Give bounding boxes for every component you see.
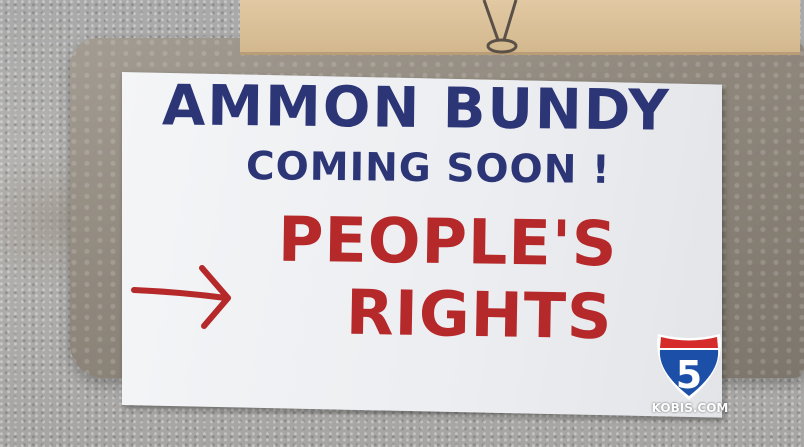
sign-title: AMMON BUNDY (161, 73, 672, 144)
sign-rights: RIGHTS (345, 275, 614, 354)
watermark-site: KOBIS.COM (651, 401, 729, 415)
sign-subtitle: COMING SOON ! (245, 144, 611, 193)
interstate-shield-icon: 5 (657, 334, 721, 400)
wire-tie (482, 0, 518, 54)
arrow-right-icon (131, 265, 231, 329)
sign-people: PEOPLE'S (277, 202, 618, 281)
channel-number: 5 (676, 353, 702, 397)
